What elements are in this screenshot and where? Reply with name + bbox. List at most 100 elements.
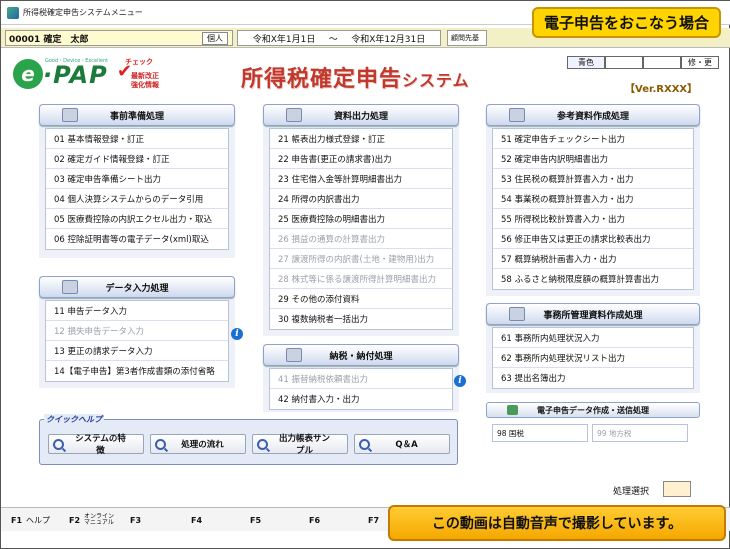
user-kind-badge: 個人: [202, 32, 228, 45]
output-menu: 21 帳表出力様式登録・訂正 22 申告書(更正の請求書)出力 23 住宅借入金…: [269, 128, 453, 330]
menu-item-30[interactable]: 30 複数納税者一括出力: [270, 309, 452, 329]
menu-item-14[interactable]: 14【電子申告】第3者作成書類の添付省略: [46, 361, 228, 381]
folder-icon: [509, 307, 525, 321]
menu-item-05[interactable]: 05 医療費控除の内訳エクセル出力・取込: [46, 209, 228, 229]
fkey-f6[interactable]: F6: [309, 512, 320, 528]
menu-item-42[interactable]: 42 納付書入力・出力: [270, 389, 452, 409]
check-mark-icon: ✔: [117, 61, 133, 82]
fkey-f5[interactable]: F5: [250, 512, 261, 528]
menu-item-55[interactable]: 55 所得税比較計算書入力・出力: [493, 209, 693, 229]
period-end: 令和X年12月31日: [351, 34, 426, 45]
prep-menu: 01 基本情報登録・訂正 02 確定ガイド情報登録・訂正 03 確定申告準備シー…: [45, 128, 229, 250]
menu-item-58[interactable]: 58 ふるさと納税限度額の概算計算書出力: [493, 269, 693, 289]
logo-e-mark: e: [13, 59, 43, 89]
fkey-f4[interactable]: F4: [191, 512, 202, 528]
quick-help-box: クイックヘルプ システムの特徴 処理の流れ 出力帳表サンプル Q＆A: [39, 414, 458, 465]
menu-item-56[interactable]: 56 修正申告又は更正の請求比較表出力: [493, 229, 693, 249]
quick-help-label: クイックヘルプ: [44, 414, 104, 425]
menu-item-57[interactable]: 57 概算納税計画書入力・出力: [493, 249, 693, 269]
menu-item-03[interactable]: 03 確定申告準備シート出力: [46, 169, 228, 189]
local-tax-button[interactable]: 99 地方税: [592, 424, 688, 442]
process-select-input[interactable]: [663, 481, 691, 497]
menu-item-29[interactable]: 29 その他の添付資料: [270, 289, 452, 309]
menu-item-27[interactable]: 27 譲渡所得の内訳書(土地・建物用)出力: [270, 249, 452, 269]
menu-item-24[interactable]: 24 所得の内訳書出力: [270, 189, 452, 209]
fkey-f3[interactable]: F3: [130, 512, 141, 528]
menu-item-01[interactable]: 01 基本情報登録・訂正: [46, 129, 228, 149]
qh-faq-button[interactable]: Q＆A: [354, 434, 450, 454]
menu-item-13[interactable]: 13 更正の請求データ入力: [46, 341, 228, 361]
tax-payment-panel-title: 納税・納付処理: [329, 351, 393, 362]
check-badge: チェック ✔ 最新改正 強化情報: [117, 57, 159, 91]
fkey-f1[interactable]: F1 ヘルプ: [11, 512, 50, 528]
menu-item-25[interactable]: 25 医療費控除の明細書出力: [270, 209, 452, 229]
fkey-f7-key: F7: [368, 515, 380, 525]
fkey-f6-key: F6: [309, 515, 321, 525]
data-input-panel-title: データ入力処理: [105, 283, 169, 294]
system-title-main: 所得税確定申告: [241, 67, 403, 92]
reference-panel-title: 参考資料作成処理: [556, 111, 629, 122]
period-separator: ～: [328, 34, 338, 45]
data-input-menu: 11 申告データ入力 12 損失申告データ入力 13 更正の請求データ入力 14…: [45, 300, 229, 382]
menu-item-61[interactable]: 61 事務所内処理状況入力: [493, 328, 693, 348]
status-box-1: [605, 56, 643, 69]
menu-item-12[interactable]: 12 損失申告データ入力: [46, 321, 228, 341]
system-title: 所得税確定申告システム: [241, 61, 470, 93]
amend-label: 修・更: [681, 56, 719, 69]
period-field: 令和X年1月1日 ～ 令和X年12月31日: [237, 30, 441, 46]
fkey-f2-key: F2: [69, 515, 81, 525]
menu-item-21[interactable]: 21 帳表出力様式登録・訂正: [270, 129, 452, 149]
fkey-f7[interactable]: F7: [368, 512, 379, 528]
magnifier-icon: [257, 438, 268, 450]
top-overlay-banner: 電子申告をおこなう場合: [531, 7, 721, 38]
office-panel: 事務所管理資料作成処理 61 事務所内処理状況入力 62 事務所内処理状況リスト…: [486, 303, 700, 393]
fkey-f2-label-bottom: マニュアル: [84, 519, 114, 526]
data-input-panel: データ入力処理 11 申告データ入力 12 損失申告データ入力 13 更正の請求…: [39, 276, 235, 388]
transmit-panel-title: 電子申告データ作成・送信処理: [537, 405, 649, 415]
fkey-f5-key: F5: [250, 515, 262, 525]
fkey-f2[interactable]: F2 オンライン マニュアル: [69, 512, 114, 528]
info-icon[interactable]: i: [231, 328, 243, 340]
menu-item-22[interactable]: 22 申告書(更正の請求書)出力: [270, 149, 452, 169]
info-icon[interactable]: i: [454, 375, 466, 387]
prep-panel-header: 事前準備処理: [39, 104, 235, 126]
menu-item-62[interactable]: 62 事務所内処理状況リスト出力: [493, 348, 693, 368]
app-window: 所得税確定申告システムメニュー 00001 確定 太郎 個人 令和X年1月1日 …: [0, 0, 730, 549]
chart-icon: [509, 108, 525, 122]
window-title: 所得税確定申告システムメニュー: [23, 8, 143, 17]
office-panel-header: 事務所管理資料作成処理: [486, 303, 700, 325]
menu-item-63[interactable]: 63 提出名簿出力: [493, 368, 693, 388]
menu-item-23[interactable]: 23 住宅借入金等計算明細書出力: [270, 169, 452, 189]
prep-panel-title: 事前準備処理: [109, 111, 164, 122]
qh-sample-button[interactable]: 出力帳表サンプル: [252, 434, 348, 456]
qh-features-button[interactable]: システムの特徴: [48, 434, 144, 456]
menu-item-51[interactable]: 51 確定申告チェックシート出力: [493, 129, 693, 149]
epap-logo: e Good・Device・Excellent ·PAP チェック ✔ 最新改正…: [13, 57, 159, 95]
menu-item-28[interactable]: 28 株式等に係る譲渡所得計算明細書出力: [270, 269, 452, 289]
system-title-suffix: システム: [402, 71, 470, 90]
menu-item-26[interactable]: 26 損益の通算の計算書出力: [270, 229, 452, 249]
output-panel: 資料出力処理 21 帳表出力様式登録・訂正 22 申告書(更正の請求書)出力 2…: [263, 104, 459, 336]
prep-panel: 事前準備処理 01 基本情報登録・訂正 02 確定ガイド情報登録・訂正 03 確…: [39, 104, 235, 258]
transmit-panel-header: 電子申告データ作成・送信処理: [486, 402, 700, 418]
qh-flow-button[interactable]: 処理の流れ: [150, 434, 246, 454]
menu-item-04[interactable]: 04 個人決算システムからのデータ引用: [46, 189, 228, 209]
menu-item-54[interactable]: 54 事業税の概算計算書入力・出力: [493, 189, 693, 209]
user-field[interactable]: 00001 確定 太郎 個人: [5, 30, 233, 46]
badge-line2: 強化情報: [131, 81, 159, 89]
process-select-label: 処理選択: [613, 487, 650, 497]
national-tax-button[interactable]: 98 国税: [492, 424, 588, 442]
status-box-2: [643, 56, 681, 69]
magnifier-icon: [53, 438, 64, 450]
menu-item-52[interactable]: 52 確定申告内訳明細書出力: [493, 149, 693, 169]
blue-return-label: 青色: [567, 56, 605, 69]
menu-item-41[interactable]: 41 振替納税依頼書出力: [270, 369, 452, 389]
menu-item-06[interactable]: 06 控除証明書等の電子データ(xml)取込: [46, 229, 228, 249]
qh-features-label: システムの特徴: [75, 434, 126, 456]
menu-item-02[interactable]: 02 確定ガイド情報登録・訂正: [46, 149, 228, 169]
menu-item-11[interactable]: 11 申告データ入力: [46, 301, 228, 321]
menu-item-53[interactable]: 53 住民税の概算計算書入力・出力: [493, 169, 693, 189]
bottom-overlay-banner: この動画は自動音声で撮影しています。: [388, 505, 726, 541]
reference-panel-header: 参考資料作成処理: [486, 104, 700, 126]
office-menu: 61 事務所内処理状況入力 62 事務所内処理状況リスト出力 63 提出名簿出力: [492, 327, 694, 389]
